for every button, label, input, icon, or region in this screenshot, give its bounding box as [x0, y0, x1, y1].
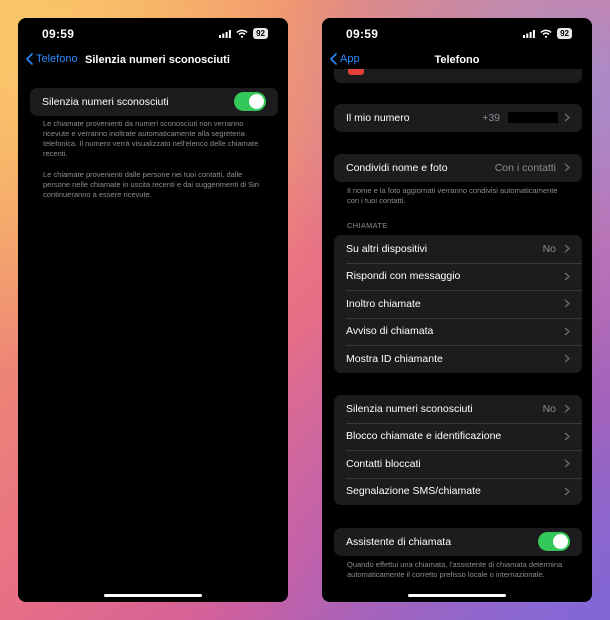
row-label: Silenzia numeri sconosciuti [346, 402, 473, 415]
calls-row-caller-id[interactable]: Mostra ID chiamante [334, 345, 582, 373]
silence-footnote-1: Le chiamate provenienti da numeri sconos… [43, 119, 259, 158]
chevron-right-icon [564, 113, 570, 122]
chevron-right-icon [564, 244, 570, 253]
row-label: Blocco chiamate e identificazione [346, 430, 502, 443]
calls-row-call-waiting[interactable]: Avviso di chiamata [334, 317, 582, 346]
app-icon-partial [348, 69, 364, 75]
status-icons: 92 [219, 28, 268, 39]
silence-unknown-label: Silenzia numeri sconosciuti [42, 95, 169, 108]
row-label: Mostra ID chiamante [346, 352, 443, 365]
assist-footnote: Quando effettui una chiamata, l'assisten… [347, 560, 563, 579]
signal-icon [523, 29, 535, 38]
my-number-group: Il mio numero +39 [334, 104, 582, 132]
calls-row-other-devices[interactable]: Su altri dispositivi No [334, 235, 582, 263]
wifi-icon [540, 29, 552, 38]
wifi-icon [236, 29, 248, 38]
nav-bar: Telefono Silenzia numeri sconosciuti [18, 53, 288, 71]
call-assist-toggle[interactable] [538, 532, 570, 552]
row-value: No [542, 402, 556, 415]
call-assist-row[interactable]: Assistente di chiamata [334, 528, 582, 556]
blocking-row-sms-reporting[interactable]: Segnalazione SMS/chiamate [334, 477, 582, 506]
row-label: Segnalazione SMS/chiamate [346, 485, 481, 498]
row-label: Avviso di chiamata [346, 325, 434, 338]
page-title: Silenzia numeri sconosciuti [85, 54, 230, 66]
toggle-knob [553, 534, 568, 550]
chevron-right-icon [564, 354, 570, 363]
scrolled-group [334, 69, 582, 83]
call-assist-label: Assistente di chiamata [346, 535, 452, 548]
share-value: Con i contatti [494, 161, 556, 174]
row-label: Contatti bloccati [346, 457, 421, 470]
signal-icon [219, 29, 231, 38]
chevron-right-icon [564, 404, 570, 413]
right-phone-screen: 09:59 92 App Telefono Il mio numero +39 … [322, 18, 592, 602]
status-icons: 92 [523, 28, 572, 39]
my-number-value: +39 [482, 111, 500, 124]
chevron-left-icon [26, 53, 33, 65]
silence-unknown-row[interactable]: Silenzia numeri sconosciuti [30, 88, 278, 116]
chevron-right-icon [564, 163, 570, 172]
calls-row-respond-message[interactable]: Rispondi con messaggio [334, 262, 582, 291]
chevron-right-icon [564, 299, 570, 308]
home-indicator[interactable] [408, 594, 506, 597]
status-bar: 09:59 92 [322, 26, 592, 42]
share-footnote: Il nome e la foto aggiornati verranno co… [347, 186, 558, 205]
chevron-right-icon [564, 487, 570, 496]
left-phone-screen: 09:59 92 Telefono Silenzia numeri sconos… [18, 18, 288, 602]
calls-section-header: CHIAMATE [347, 221, 388, 230]
status-time: 09:59 [346, 27, 379, 41]
chevron-right-icon [564, 327, 570, 336]
silence-toggle-group: Silenzia numeri sconosciuti [30, 88, 278, 116]
blocking-row-blocked-contacts[interactable]: Contatti bloccati [334, 450, 582, 478]
battery-indicator: 92 [557, 28, 572, 39]
silence-unknown-toggle[interactable] [234, 92, 266, 112]
row-label: Su altri dispositivi [346, 242, 428, 255]
blocking-group: Silenzia numeri sconosciuti No Blocco ch… [334, 395, 582, 505]
status-bar: 09:59 92 [18, 26, 288, 42]
my-number-label: Il mio numero [346, 111, 410, 124]
share-name-photo-row[interactable]: Condividi nome e foto Con i contatti [334, 154, 582, 182]
blocking-row-silence-unknown[interactable]: Silenzia numeri sconosciuti No [334, 395, 582, 423]
calls-group: Su altri dispositivi No Rispondi con mes… [334, 235, 582, 373]
row-value: No [542, 242, 556, 255]
battery-indicator: 92 [253, 28, 268, 39]
share-label: Condividi nome e foto [346, 161, 448, 174]
chevron-right-icon [564, 432, 570, 441]
row-label: Rispondi con messaggio [346, 270, 461, 283]
assist-group: Assistente di chiamata [334, 528, 582, 556]
share-group: Condividi nome e foto Con i contatti [334, 154, 582, 182]
chevron-right-icon [564, 272, 570, 281]
blocking-row-call-blocking[interactable]: Blocco chiamate e identificazione [334, 422, 582, 451]
silence-footnote-2: Le chiamate provenienti dalle persone ne… [43, 170, 259, 199]
home-indicator[interactable] [104, 594, 202, 597]
back-button[interactable]: Telefono [26, 53, 78, 65]
chevron-right-icon [564, 459, 570, 468]
status-time: 09:59 [42, 27, 75, 41]
row-label: Inoltro chiamate [346, 297, 421, 310]
back-label[interactable]: Telefono [36, 53, 78, 65]
calls-row-forwarding[interactable]: Inoltro chiamate [334, 290, 582, 318]
page-title: Telefono [434, 54, 480, 66]
my-number-row[interactable]: Il mio numero +39 [334, 104, 582, 132]
toggle-knob [249, 94, 264, 110]
redacted-number [508, 112, 558, 124]
